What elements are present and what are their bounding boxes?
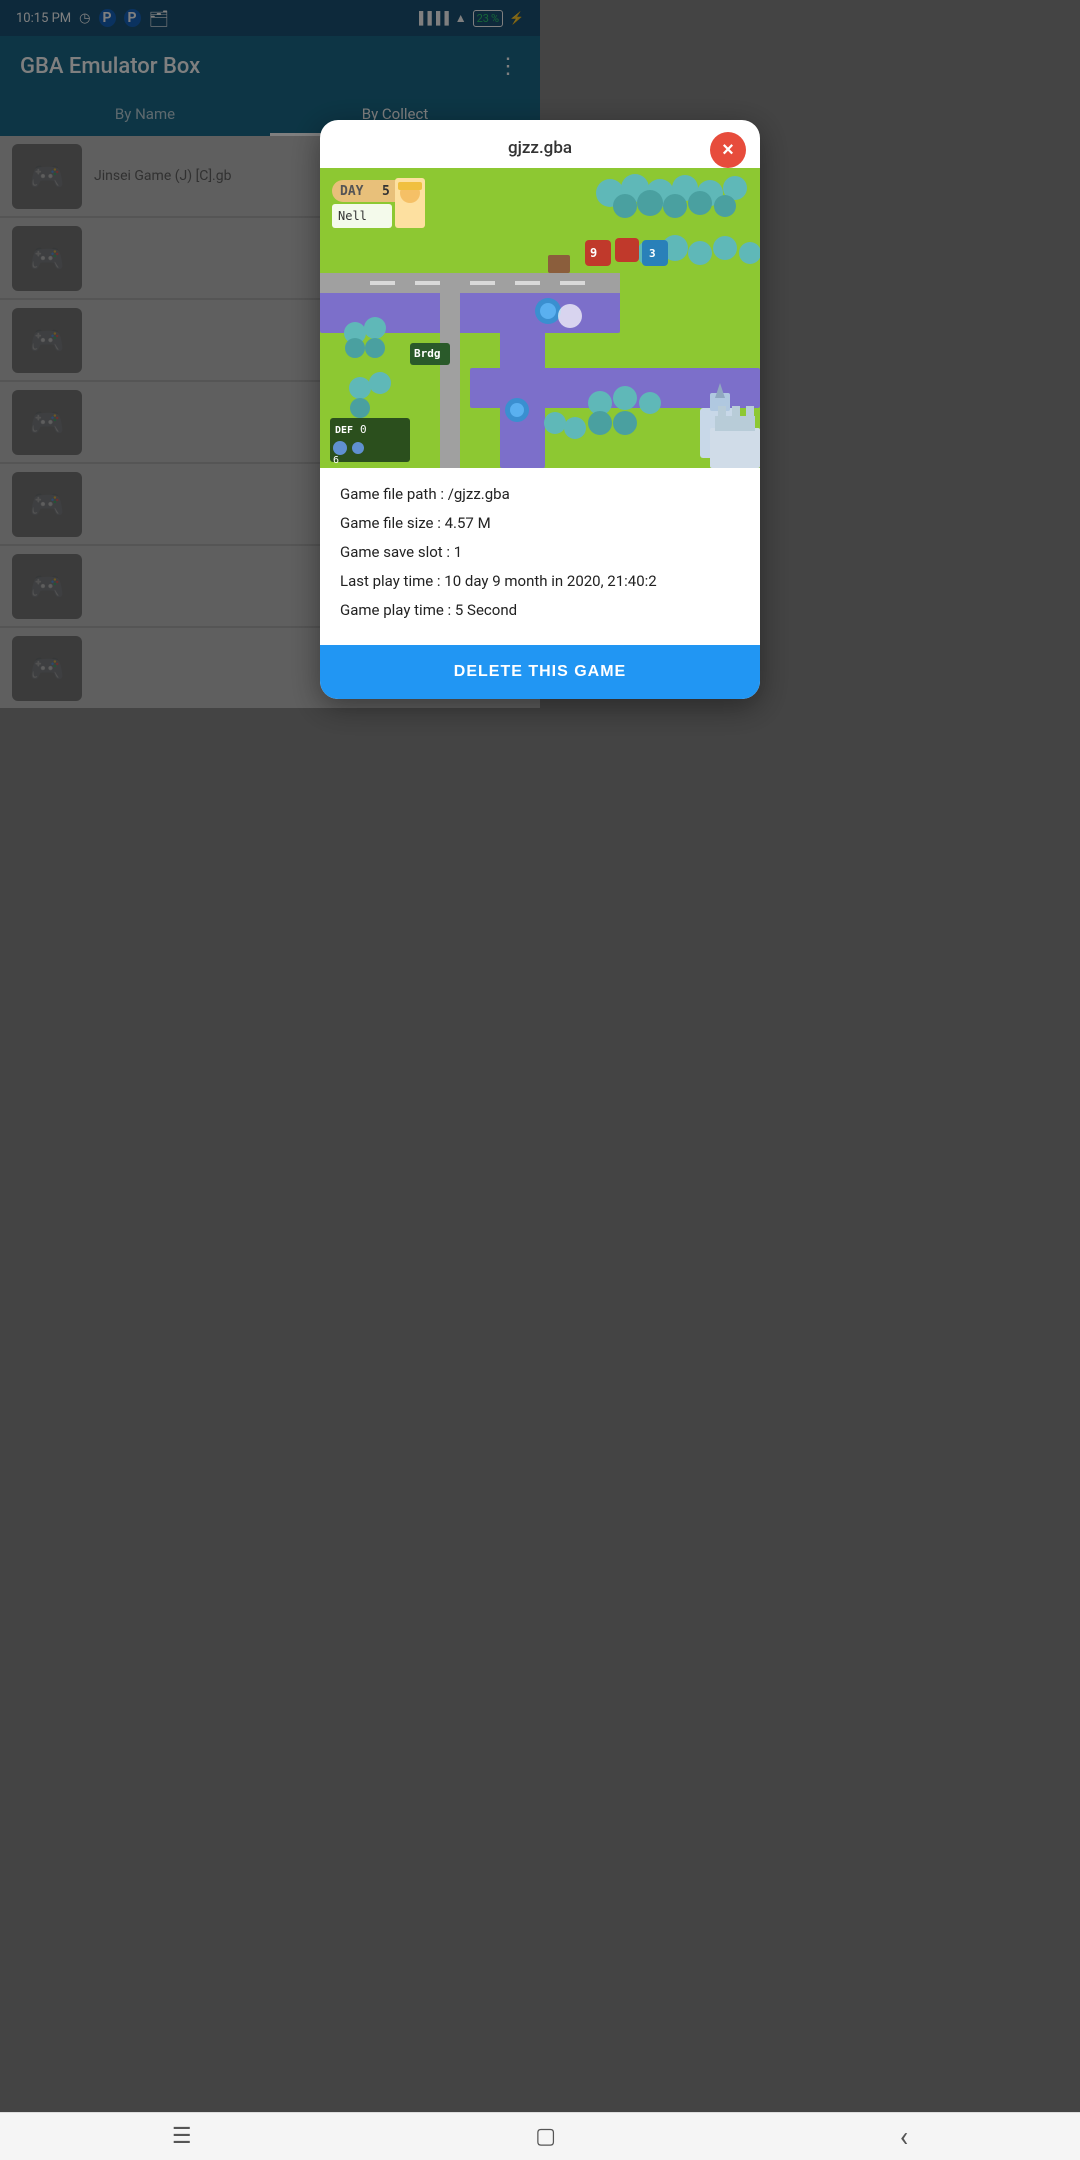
svg-text:DAY: DAY (340, 184, 364, 199)
svg-text:DEF: DEF (335, 425, 353, 436)
svg-text:Brdg: Brdg (414, 347, 441, 360)
nav-bar: ☰ ▢ ‹ (0, 2112, 1080, 2160)
modal-overlay: gjzz.gba × (0, 0, 1080, 2160)
nav-home-icon[interactable]: ▢ (535, 2124, 556, 2149)
nav-back-icon[interactable]: ‹ (900, 2120, 908, 2153)
svg-text:Nell: Nell (338, 209, 367, 223)
svg-text:5: 5 (382, 184, 390, 199)
svg-text:6: 6 (333, 455, 339, 466)
dialog-info: Game file path : /gjzz.gba Game file siz… (320, 468, 760, 645)
dialog-title: gjzz.gba (508, 138, 572, 158)
play-time-line: Game play time : 5 Second (340, 600, 740, 621)
game-screenshot: DAY 5 Nell DEF 0 6 Brdg (320, 168, 760, 468)
svg-text:3: 3 (649, 247, 656, 260)
dialog-header: gjzz.gba × (320, 120, 760, 168)
file-size-line: Game file size : 4.57 M (340, 513, 740, 534)
svg-text:9: 9 (590, 246, 597, 260)
game-info-dialog: gjzz.gba × (320, 120, 760, 699)
svg-text:0: 0 (360, 423, 367, 436)
last-play-line: Last play time : 10 day 9 month in 2020,… (340, 571, 740, 592)
nav-menu-icon[interactable]: ☰ (172, 2124, 192, 2149)
delete-game-button[interactable]: DELETE THIS GAME (320, 645, 760, 699)
close-button[interactable]: × (710, 132, 746, 168)
file-path-line: Game file path : /gjzz.gba (340, 484, 740, 505)
save-slot-line: Game save slot : 1 (340, 542, 740, 563)
